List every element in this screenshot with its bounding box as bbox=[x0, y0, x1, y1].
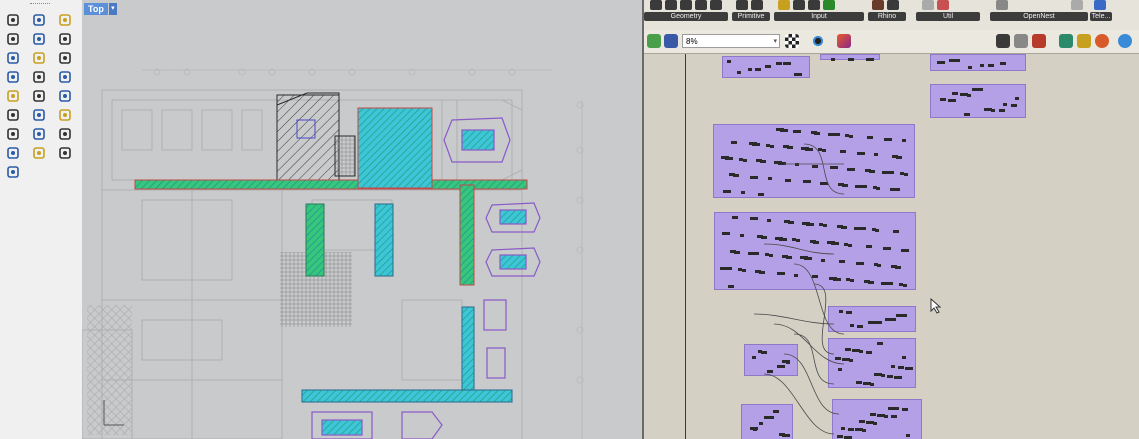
viewport-tab[interactable]: Top ▾ bbox=[84, 3, 117, 15]
grasshopper-window: Geometry Primitive Input Rhino Util Open… bbox=[644, 0, 1139, 439]
zoom-extents-icon[interactable] bbox=[785, 34, 799, 48]
preview-eye-icon[interactable] bbox=[811, 34, 825, 48]
component-wire bbox=[763, 243, 835, 255]
ribbon-group-label[interactable]: Rhino bbox=[868, 12, 906, 21]
rotate-icon[interactable] bbox=[57, 107, 73, 123]
polyline-icon[interactable] bbox=[57, 12, 73, 28]
bake-icon[interactable] bbox=[1059, 34, 1073, 48]
preview-wire-icon[interactable] bbox=[996, 34, 1010, 48]
move-icon[interactable] bbox=[31, 107, 47, 123]
zoom-value: 8% bbox=[686, 37, 698, 46]
box-icon[interactable] bbox=[31, 69, 47, 85]
component-wire bbox=[793, 333, 835, 385]
curve-icon[interactable] bbox=[5, 31, 21, 47]
component-wires bbox=[753, 143, 845, 435]
component-ribbon: Geometry Primitive Input Rhino Util Open… bbox=[644, 0, 1139, 31]
component-wire bbox=[763, 373, 835, 435]
group-icon[interactable] bbox=[5, 145, 21, 161]
ribbon-group-tele[interactable]: Tele... bbox=[1090, 0, 1112, 30]
chevron-down-icon[interactable]: ▾ bbox=[108, 3, 117, 15]
globe-icon[interactable] bbox=[1118, 34, 1132, 48]
ribbon-group-label[interactable]: Tele... bbox=[1090, 12, 1112, 21]
toolbar-grip[interactable] bbox=[30, 3, 50, 6]
ribbon-group-geometry[interactable]: Geometry bbox=[644, 0, 728, 30]
component-wire bbox=[813, 283, 835, 355]
arc-icon[interactable] bbox=[57, 31, 73, 47]
display-mesh-icon[interactable] bbox=[1077, 34, 1091, 48]
ribbon-group-label[interactable]: Input bbox=[774, 12, 864, 21]
ribbon-group-rhino[interactable]: Rhino bbox=[868, 0, 906, 30]
floor-plan bbox=[82, 68, 584, 439]
zoom-level-field[interactable]: 8% ▾ bbox=[682, 34, 780, 48]
extrude-icon[interactable] bbox=[5, 69, 21, 85]
component-wire bbox=[753, 313, 835, 325]
rhino-viewport[interactable]: Top ▾ bbox=[82, 0, 642, 439]
scale-icon[interactable] bbox=[5, 126, 21, 142]
select-arrow-icon[interactable] bbox=[5, 12, 21, 28]
boolean-icon[interactable] bbox=[5, 88, 21, 104]
rhino-toolbar bbox=[0, 0, 83, 439]
render-icon[interactable] bbox=[5, 164, 21, 180]
ribbon-group-label[interactable]: Geometry bbox=[644, 12, 728, 21]
ribbon-group-label[interactable]: Util bbox=[916, 12, 980, 21]
ribbon-group-primitive[interactable]: Primitive bbox=[732, 0, 770, 30]
array-icon[interactable] bbox=[31, 126, 47, 142]
preview-selected-icon[interactable] bbox=[1032, 34, 1046, 48]
component-wire bbox=[803, 143, 845, 195]
canvas-toolbar: 8% ▾ bbox=[644, 30, 1139, 54]
point-icon[interactable] bbox=[31, 12, 47, 28]
check-icon[interactable] bbox=[31, 145, 47, 161]
ribbon-group-label[interactable]: Primitive bbox=[732, 12, 770, 21]
fillet-icon[interactable] bbox=[31, 88, 47, 104]
polygon-icon[interactable] bbox=[31, 50, 47, 66]
mirror-icon[interactable] bbox=[57, 126, 73, 142]
save-icon[interactable] bbox=[664, 34, 678, 48]
viewport-title[interactable]: Top bbox=[84, 3, 108, 15]
open-file-icon[interactable] bbox=[647, 34, 661, 48]
trim-icon[interactable] bbox=[57, 88, 73, 104]
surface-icon[interactable] bbox=[57, 50, 73, 66]
mouse-cursor-icon bbox=[930, 298, 942, 314]
sketch-pen-icon[interactable] bbox=[837, 34, 851, 48]
grasshopper-canvas[interactable] bbox=[644, 54, 1139, 439]
component-wire bbox=[793, 263, 845, 335]
preview-shaded-icon[interactable] bbox=[1014, 34, 1028, 48]
ribbon-group-input[interactable]: Input bbox=[774, 0, 864, 30]
split-icon[interactable] bbox=[5, 107, 21, 123]
circle-icon[interactable] bbox=[31, 31, 47, 47]
mesh-icon[interactable] bbox=[57, 145, 73, 161]
ribbon-group-label[interactable]: OpenNest bbox=[990, 12, 1088, 21]
render-sphere-icon[interactable] bbox=[1095, 34, 1109, 48]
chevron-down-icon[interactable]: ▾ bbox=[773, 35, 777, 49]
sphere-icon[interactable] bbox=[57, 69, 73, 85]
ribbon-group-util[interactable]: Util bbox=[916, 0, 980, 30]
ribbon-group-opennest[interactable]: OpenNest bbox=[990, 0, 1088, 30]
rectangle-icon[interactable] bbox=[5, 50, 21, 66]
